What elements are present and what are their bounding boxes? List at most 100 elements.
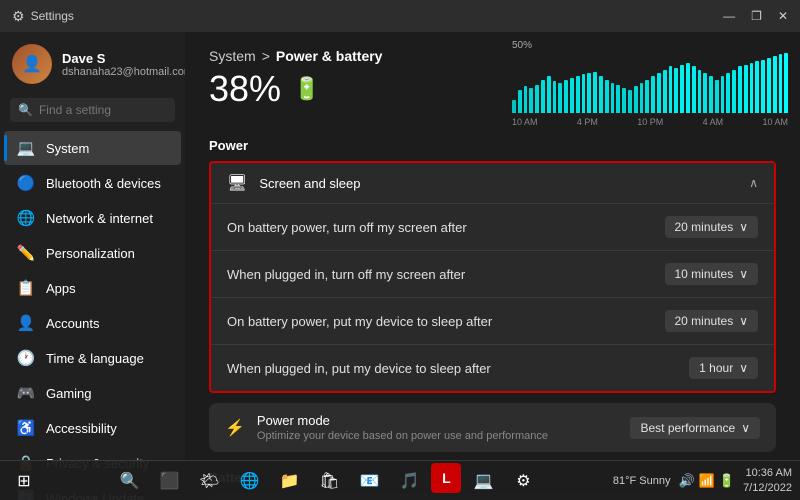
battery-screen-value-dropdown[interactable]: 20 minutes ∨ xyxy=(665,216,759,238)
chart-bar xyxy=(680,65,684,113)
main-content: System > Power & battery 38% 🔋 50% 10 AM… xyxy=(185,32,800,500)
chart-bar xyxy=(576,76,580,113)
sidebar-item-label-time: Time & language xyxy=(46,351,144,366)
sidebar-item-accounts[interactable]: 👤 Accounts xyxy=(4,306,181,340)
maximize-button[interactable]: ❐ xyxy=(751,9,762,23)
taskbar: ⊞ 🔍 ⬛ 🌤 🌐 📁 🛍 📧 🎵 L 💻 ⚙ 81°F Sunny 🔊 📶 🔋… xyxy=(0,460,800,500)
settings-icon: ⚙ xyxy=(12,8,25,25)
sidebar-item-time[interactable]: 🕐 Time & language xyxy=(4,341,181,375)
user-email: dshanaha23@hotmail.com xyxy=(62,66,193,78)
chart-bar xyxy=(657,73,661,113)
sidebar-item-bluetooth[interactable]: 🔵 Bluetooth & devices xyxy=(4,166,181,200)
sidebar-item-system[interactable]: 💻 System xyxy=(4,131,181,165)
gaming-icon: 🎮 xyxy=(16,384,36,402)
time-label-1: 10 AM xyxy=(512,117,538,127)
power-mode-card: ⚡ Power mode Optimize your device based … xyxy=(209,403,776,452)
taskbar-mail-button[interactable]: 📧 xyxy=(351,463,387,499)
window-controls[interactable]: — ❐ ✕ xyxy=(723,9,788,23)
avatar: 👤 xyxy=(12,44,52,84)
time-label-5: 10 AM xyxy=(762,117,788,127)
sidebar-item-personalization[interactable]: ✏️ Personalization xyxy=(4,236,181,270)
taskbar-center: 🔍 ⬛ 🌤 🌐 📁 🛍 📧 🎵 L 💻 ⚙ xyxy=(44,463,609,499)
taskbar-time-display: 10:36 AM xyxy=(743,466,792,480)
chart-bar xyxy=(524,86,528,113)
volume-icon[interactable]: 🔊 xyxy=(679,473,695,489)
battery-status-icon[interactable]: 🔋 xyxy=(719,473,735,489)
screen-sleep-header[interactable]: 🖥 Screen and sleep ∧ xyxy=(211,163,774,204)
screen-sleep-icon: 🖥 xyxy=(227,173,247,193)
taskbar-media-button[interactable]: 🎵 xyxy=(391,463,427,499)
chart-bar xyxy=(529,88,533,113)
power-mode-row[interactable]: ⚡ Power mode Optimize your device based … xyxy=(209,403,776,452)
plugged-screen-value: 10 minutes xyxy=(675,267,734,281)
sidebar-item-gaming[interactable]: 🎮 Gaming xyxy=(4,376,181,410)
sidebar-item-label-personalization: Personalization xyxy=(46,246,135,261)
search-box[interactable]: 🔍 xyxy=(10,98,175,122)
setting-label-plugged-sleep: When plugged in, put my device to sleep … xyxy=(227,361,491,376)
close-button[interactable]: ✕ xyxy=(778,9,788,23)
taskbar-settings-button[interactable]: ⚙ xyxy=(505,463,541,499)
screen-sleep-title: Screen and sleep xyxy=(259,176,737,191)
start-button[interactable]: ⊞ xyxy=(8,465,40,497)
breadcrumb-separator: > xyxy=(262,48,270,64)
chart-bar xyxy=(750,63,754,113)
battery-chart: 50% 10 AM 4 PM 10 PM 4 AM 10 AM xyxy=(500,32,800,142)
sidebar-item-label-accessibility: Accessibility xyxy=(46,421,117,436)
minimize-button[interactable]: — xyxy=(723,9,735,23)
taskbar-store-button[interactable]: 🛍 xyxy=(311,463,347,499)
sidebar: 👤 Dave S dshanaha23@hotmail.com 🔍 💻 Syst… xyxy=(0,32,185,500)
chart-bar xyxy=(535,85,539,113)
breadcrumb-current: Power & battery xyxy=(276,48,383,64)
setting-label-battery-screen: On battery power, turn off my screen aft… xyxy=(227,220,467,235)
battery-screen-value: 20 minutes xyxy=(675,220,734,234)
taskbar-search-button[interactable]: 🔍 xyxy=(111,463,147,499)
taskbar-sys-icons: 🔊 📶 🔋 xyxy=(679,473,736,489)
dropdown-chevron-icon-3: ∨ xyxy=(739,314,748,328)
chart-bar xyxy=(593,72,597,113)
sidebar-item-accessibility[interactable]: ♿ Accessibility xyxy=(4,411,181,445)
chart-bar xyxy=(669,66,673,113)
taskbar-explorer-button[interactable]: 📁 xyxy=(271,463,307,499)
chart-bar xyxy=(634,86,638,113)
taskbar-task-view-button[interactable]: ⬛ xyxy=(151,463,187,499)
taskbar-widgets-button[interactable]: 🌤 xyxy=(191,463,227,499)
power-mode-value-dropdown[interactable]: Best performance ∨ xyxy=(630,417,760,439)
accessibility-icon: ♿ xyxy=(16,419,36,437)
chart-bar xyxy=(645,80,649,113)
power-mode-icon: ⚡ xyxy=(225,418,245,438)
plugged-screen-value-dropdown[interactable]: 10 minutes ∨ xyxy=(665,263,759,285)
network-status-icon[interactable]: 📶 xyxy=(699,473,715,489)
nav-section: 💻 System 🔵 Bluetooth & devices 🌐 Network… xyxy=(0,130,185,500)
time-label-3: 10 PM xyxy=(637,117,663,127)
battery-sleep-value-dropdown[interactable]: 20 minutes ∨ xyxy=(665,310,759,332)
breadcrumb-parent[interactable]: System xyxy=(209,48,256,64)
chart-bar xyxy=(605,80,609,113)
chart-bar xyxy=(761,60,765,113)
sidebar-item-label-apps: Apps xyxy=(46,281,76,296)
taskbar-app1-button[interactable]: L xyxy=(431,463,461,493)
sidebar-item-label-accounts: Accounts xyxy=(46,316,99,331)
chart-bar xyxy=(692,66,696,113)
time-label-2: 4 PM xyxy=(577,117,598,127)
taskbar-right: 81°F Sunny 🔊 📶 🔋 10:36 AM 7/12/2022 xyxy=(613,466,792,495)
chart-bar xyxy=(715,80,719,113)
taskbar-terminal-button[interactable]: 💻 xyxy=(465,463,501,499)
chart-bar xyxy=(564,80,568,113)
plugged-sleep-value: 1 hour xyxy=(699,361,733,375)
chart-bar xyxy=(599,76,603,113)
user-profile: 👤 Dave S dshanaha23@hotmail.com xyxy=(0,32,185,92)
battery-icon: 🔋 xyxy=(293,76,320,102)
chart-bar xyxy=(622,88,626,113)
apps-icon: 📋 xyxy=(16,279,36,297)
chart-bars xyxy=(512,53,788,113)
sidebar-item-network[interactable]: 🌐 Network & internet xyxy=(4,201,181,235)
chevron-up-icon: ∧ xyxy=(749,176,758,190)
chart-bar xyxy=(628,90,632,113)
taskbar-edge-button[interactable]: 🌐 xyxy=(231,463,267,499)
plugged-sleep-value-dropdown[interactable]: 1 hour ∨ xyxy=(689,357,758,379)
setting-row-plugged-screen: When plugged in, turn off my screen afte… xyxy=(211,251,774,298)
user-name: Dave S xyxy=(62,51,193,66)
search-input[interactable] xyxy=(39,103,167,117)
sidebar-item-apps[interactable]: 📋 Apps xyxy=(4,271,181,305)
accounts-icon: 👤 xyxy=(16,314,36,332)
